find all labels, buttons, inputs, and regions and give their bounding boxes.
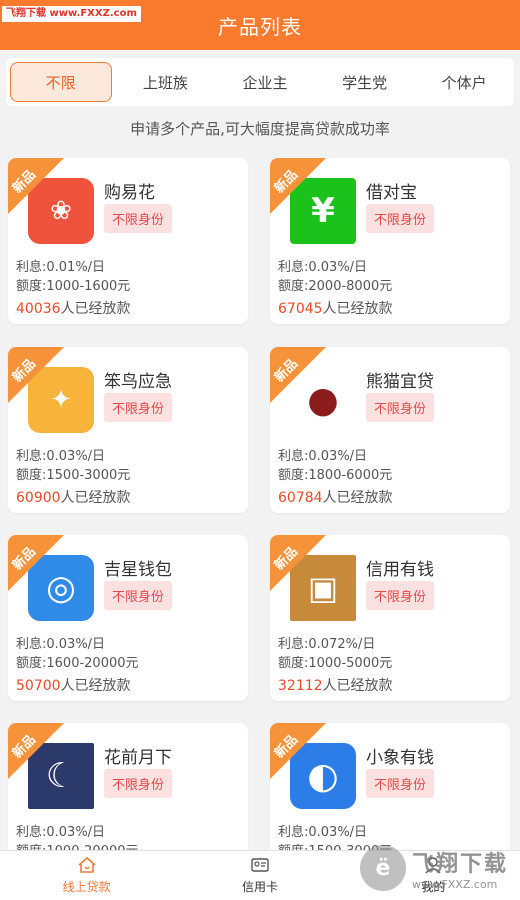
product-rate: 利息:0.03%/日 bbox=[16, 637, 106, 652]
product-card[interactable]: 新品 ¥ 借对宝 不限身份 利息:0.03%/日 额度:2000-8000元 6… bbox=[270, 158, 510, 324]
new-ribbon: 新品 bbox=[8, 535, 64, 591]
product-limit: 额度:1500-3000元 bbox=[16, 468, 131, 483]
watermark-logo-icon: ë bbox=[360, 845, 406, 891]
product-limit: 额度:1600-20000元 bbox=[16, 656, 139, 671]
new-ribbon: 新品 bbox=[8, 158, 64, 214]
product-rate: 利息:0.072%/日 bbox=[278, 637, 376, 652]
loan-count: 60900人已经放款 bbox=[16, 490, 131, 506]
nav-item-online-loan[interactable]: 线上贷款 bbox=[0, 851, 173, 900]
product-name: 小象有钱 bbox=[366, 748, 434, 768]
loan-count: 50700人已经放款 bbox=[16, 678, 131, 694]
page-title: 产品列表 bbox=[218, 14, 302, 39]
new-ribbon: 新品 bbox=[270, 535, 326, 591]
filter-tab-unlimited[interactable]: 不限 bbox=[10, 62, 112, 102]
product-name: 购易花 bbox=[104, 183, 155, 203]
identity-badge: 不限身份 bbox=[104, 581, 173, 610]
loan-count: 67045人已经放款 bbox=[278, 301, 393, 317]
product-rate: 利息:0.01%/日 bbox=[16, 260, 106, 275]
product-card[interactable]: 新品 ◎ 吉星钱包 不限身份 利息:0.03%/日 额度:1600-20000元… bbox=[8, 535, 248, 701]
new-ribbon: 新品 bbox=[8, 347, 64, 403]
product-card[interactable]: 新品 ● 熊猫宜贷 不限身份 利息:0.03%/日 额度:1800-6000元 … bbox=[270, 347, 510, 513]
loan-count: 60784人已经放款 bbox=[278, 490, 393, 506]
nav-item-credit-card[interactable]: 信用卡 bbox=[173, 851, 346, 900]
product-name: 笨鸟应急 bbox=[104, 372, 172, 392]
loan-count: 40036人已经放款 bbox=[16, 301, 131, 317]
identity-badge: 不限身份 bbox=[104, 393, 173, 422]
filter-tab-student[interactable]: 学生党 bbox=[315, 62, 415, 102]
product-rate: 利息:0.03%/日 bbox=[278, 260, 368, 275]
filter-tab-self-employed[interactable]: 个体户 bbox=[414, 62, 514, 102]
identity-badge: 不限身份 bbox=[366, 581, 435, 610]
new-ribbon: 新品 bbox=[270, 723, 326, 779]
identity-badge: 不限身份 bbox=[366, 769, 435, 798]
product-rate: 利息:0.03%/日 bbox=[16, 825, 106, 840]
nav-label: 线上贷款 bbox=[62, 880, 111, 894]
watermark-bottom: ë 飞翔下载 www.FXXZ.com bbox=[360, 836, 520, 900]
identity-badge: 不限身份 bbox=[366, 204, 435, 233]
filter-tab-business-owner[interactable]: 企业主 bbox=[215, 62, 315, 102]
product-limit: 额度:2000-8000元 bbox=[278, 279, 393, 294]
filter-bar: 不限 上班族 企业主 学生党 个体户 bbox=[6, 58, 514, 106]
product-limit: 额度:1000-5000元 bbox=[278, 656, 393, 671]
identity-badge: 不限身份 bbox=[104, 769, 173, 798]
product-limit: 额度:1000-1600元 bbox=[16, 279, 131, 294]
loan-count: 32112人已经放款 bbox=[278, 678, 393, 694]
new-ribbon: 新品 bbox=[8, 723, 64, 779]
identity-badge: 不限身份 bbox=[366, 393, 435, 422]
filter-tab-office-worker[interactable]: 上班族 bbox=[116, 62, 216, 102]
product-card[interactable]: 新品 ❀ 购易花 不限身份 利息:0.01%/日 额度:1000-1600元 4… bbox=[8, 158, 248, 324]
home-icon bbox=[78, 856, 96, 873]
product-limit: 额度:1800-6000元 bbox=[278, 468, 393, 483]
new-ribbon: 新品 bbox=[270, 347, 326, 403]
nav-label: 信用卡 bbox=[241, 880, 278, 894]
product-name: 熊猫宜贷 bbox=[366, 372, 434, 392]
new-ribbon: 新品 bbox=[270, 158, 326, 214]
product-card[interactable]: 新品 ✦ 笨鸟应急 不限身份 利息:0.03%/日 额度:1500-3000元 … bbox=[8, 347, 248, 513]
product-name: 花前月下 bbox=[104, 748, 172, 768]
watermark-top: 飞翔下载 www.FXXZ.com bbox=[2, 6, 141, 22]
card-icon bbox=[251, 858, 269, 872]
identity-badge: 不限身份 bbox=[104, 204, 173, 233]
product-card[interactable]: 新品 ▣ 信用有钱 不限身份 利息:0.072%/日 额度:1000-5000元… bbox=[270, 535, 510, 701]
product-rate: 利息:0.03%/日 bbox=[278, 825, 368, 840]
product-name: 信用有钱 bbox=[366, 560, 434, 580]
product-name: 吉星钱包 bbox=[104, 560, 172, 580]
product-rate: 利息:0.03%/日 bbox=[16, 449, 106, 464]
subtitle: 申请多个产品,可大幅度提高贷款成功率 bbox=[130, 120, 390, 138]
product-name: 借对宝 bbox=[366, 183, 417, 203]
product-rate: 利息:0.03%/日 bbox=[278, 449, 368, 464]
